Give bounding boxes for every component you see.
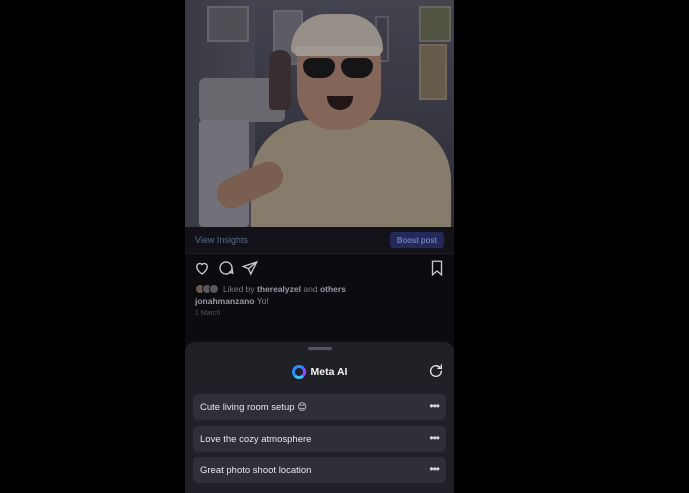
- liked-by-line: Liked by therealyzel and others: [195, 283, 346, 295]
- post-actions: [193, 259, 446, 277]
- suggestion-item[interactable]: Cute living room setup 😊 •••: [193, 394, 446, 420]
- more-options-icon[interactable]: •••: [429, 400, 440, 412]
- bookmark-icon[interactable]: [428, 259, 446, 277]
- caption-text: Yo!: [256, 296, 269, 306]
- post-date: 1 March: [195, 310, 221, 317]
- comment-icon[interactable]: [217, 259, 235, 277]
- heart-icon[interactable]: [193, 259, 211, 277]
- sheet-header: Meta AI: [185, 364, 454, 380]
- liker-avatars: [195, 284, 219, 294]
- insights-bar: View Insights Boost post: [185, 227, 454, 254]
- refresh-icon[interactable]: [428, 363, 444, 379]
- view-insights-link[interactable]: View Insights: [195, 235, 248, 245]
- liked-others[interactable]: others: [320, 284, 346, 294]
- more-options-icon[interactable]: •••: [429, 432, 440, 444]
- suggestion-item[interactable]: Great photo shoot location •••: [193, 457, 446, 483]
- meta-ai-sheet: Meta AI Cute living room setup 😊 ••• Lov…: [185, 342, 454, 493]
- phone-screen: View Insights Boost post Liked by therea…: [185, 0, 454, 493]
- meta-ai-logo-icon: [291, 365, 306, 379]
- more-options-icon[interactable]: •••: [429, 463, 440, 475]
- boost-post-button[interactable]: Boost post: [389, 232, 444, 248]
- share-icon[interactable]: [241, 259, 259, 277]
- post-caption: jonahmanzano Yo!: [195, 296, 269, 306]
- suggestion-item[interactable]: Love the cozy atmosphere •••: [193, 426, 446, 452]
- sheet-title: Meta AI: [310, 366, 348, 378]
- sheet-drag-handle[interactable]: [308, 347, 332, 350]
- liked-user[interactable]: therealyzel: [257, 284, 301, 294]
- post-photo[interactable]: [185, 0, 454, 227]
- caption-username[interactable]: jonahmanzano: [195, 296, 255, 306]
